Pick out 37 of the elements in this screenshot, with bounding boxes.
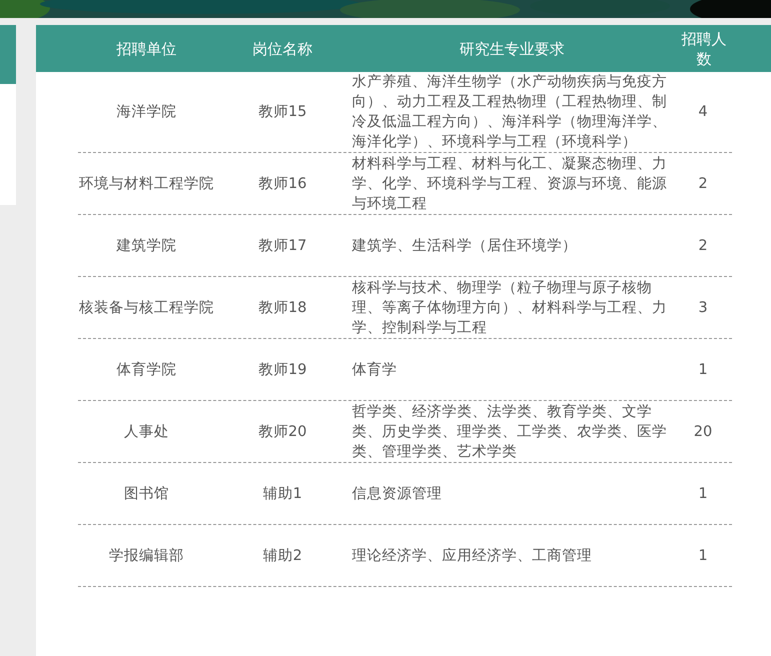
table-cell-text: 体育学院 xyxy=(116,360,178,380)
table-cell-text: 水产养殖、海洋生物学（水产动物疾病与免疫方向）、动力工程及工程热物理（工程热物理、制冷及低温工程方向）、海洋科学（物理海洋学、海洋化学）、环境科学与工程（环境科学） xyxy=(351,72,668,152)
table-cell-text: 辅助2 xyxy=(262,546,304,566)
table-cell-text: 材料科学与工程、材料与化工、凝聚态物理、力学、化学、环境科学与工程、资源与环境、能源与环境工程 xyxy=(351,154,668,214)
column-header: 岗位名称 xyxy=(252,38,314,58)
table-cell-text: 1 xyxy=(697,546,709,566)
table-cell-text: 3 xyxy=(697,298,709,318)
table-cell-text: 教师16 xyxy=(257,174,308,194)
table-cell-text: 学报编辑部 xyxy=(108,546,185,566)
table-cell-text: 核装备与核工程学院 xyxy=(78,298,215,318)
table-cell-text: 4 xyxy=(697,103,709,122)
table-cell-text: 教师18 xyxy=(257,298,308,318)
table-cell-text: 1 xyxy=(697,360,709,380)
table-cell-text: 环境与材料工程学院 xyxy=(78,174,215,194)
table-cell-text: 海洋学院 xyxy=(116,103,178,122)
table-cell-text: 教师20 xyxy=(257,422,308,442)
sidebar-header xyxy=(0,25,16,84)
table-cell-text: 1 xyxy=(697,484,709,504)
table-cell-text: 建筑学、生活科学（居住环境学） xyxy=(350,236,578,256)
table-cell-text: 人事处 xyxy=(123,422,170,442)
table-cell-text: 建筑学院 xyxy=(115,236,178,256)
table-cell-text: 图书馆 xyxy=(123,484,170,504)
table-cell-text: 理论经济学、应用经济学、工商管理 xyxy=(351,546,593,566)
table-cell-text: 2 xyxy=(697,174,709,194)
table-cell-text: 教师19 xyxy=(257,360,308,380)
table-cell-text: 信息资源管理 xyxy=(351,484,443,504)
table-cell-text: 体育学 xyxy=(351,360,398,380)
table-cell-text: 教师17 xyxy=(257,236,308,256)
table-cell-text: 教师15 xyxy=(257,103,308,122)
column-header: 研究生专业要求 xyxy=(458,38,566,58)
table-cell-text: 2 xyxy=(697,236,709,256)
column-header: 招聘人数 xyxy=(680,28,728,68)
table-cell-text: 辅助1 xyxy=(262,484,304,504)
table-cell-text: 核科学与技术、物理学（粒子物理与原子核物理、等离子体物理方向）、材料科学与工程、力学、控制科学与工程 xyxy=(351,278,668,338)
table-cell-text: 哲学类、经济学类、法学类、教育学类、文学类、历史学类、理学类、工学类、农学类、医学类、管理学类、艺术学类 xyxy=(351,402,668,462)
column-header: 招聘单位 xyxy=(116,38,178,58)
table-cell-text: 20 xyxy=(692,422,714,442)
